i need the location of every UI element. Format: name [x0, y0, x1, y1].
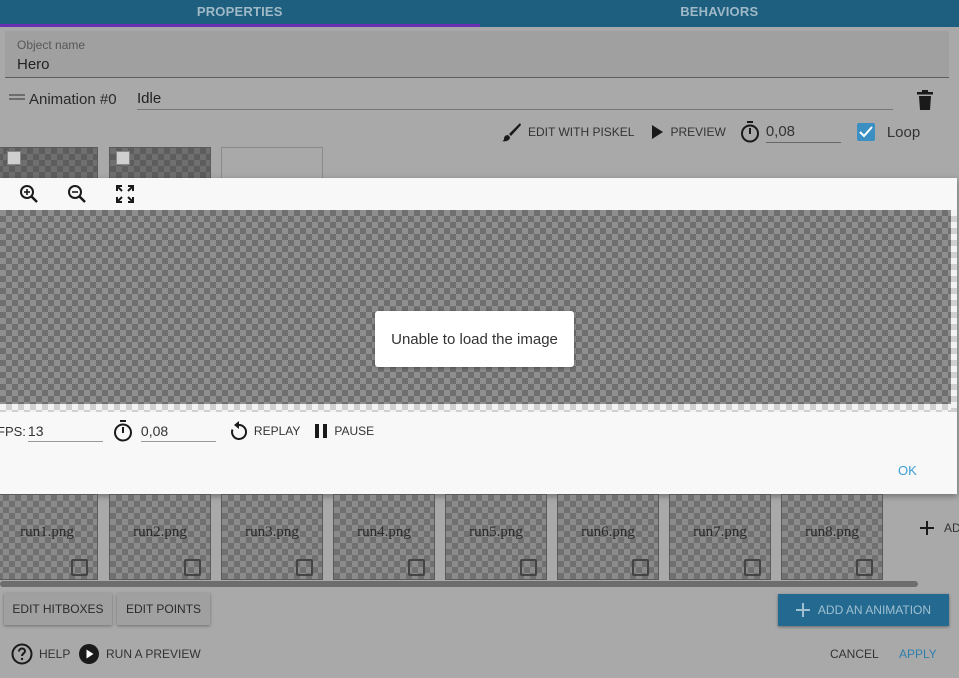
fps-label: FPS: — [0, 423, 26, 439]
frame-name: run1.png — [20, 524, 74, 540]
replay-label: REPLAY — [253, 424, 301, 438]
preview-dialog: Unable to load the image FPS: 13 0,08 RE… — [0, 178, 957, 494]
frame-select-checkbox[interactable] — [632, 559, 649, 576]
fullscreen-icon — [116, 185, 134, 203]
animation-toolbar: EDIT WITH PISKEL PREVIEW 0,08 Loop — [500, 118, 959, 146]
tab-behaviors[interactable]: BEHAVIORS — [480, 0, 959, 27]
tab-properties[interactable]: PROPERTIES — [0, 0, 480, 27]
timer-icon — [740, 121, 759, 143]
tab-bar: PROPERTIES BEHAVIORS — [0, 0, 959, 27]
fps-input[interactable]: 13 — [27, 420, 103, 442]
plus-icon — [795, 603, 810, 617]
checkmark-icon — [859, 126, 873, 138]
animation-row: Animation #0 Idle — [0, 84, 959, 116]
fit-to-screen-button[interactable] — [114, 183, 136, 205]
zoom-in-icon — [20, 185, 38, 203]
pause-button[interactable]: PAUSE — [314, 423, 374, 439]
loop-checkbox[interactable] — [856, 123, 875, 141]
add-animation-label: ADD AN ANIMATION — [817, 603, 932, 617]
frame-name: run2.png — [133, 524, 187, 540]
frame-card[interactable]: run6.png — [557, 494, 659, 580]
play-circle-icon — [79, 644, 99, 664]
run-preview-button[interactable]: RUN A PREVIEW — [78, 643, 201, 665]
frame-name: run3.png — [245, 524, 299, 540]
frame-name: run8.png — [805, 524, 859, 540]
frame-card[interactable]: run3.png — [221, 494, 323, 580]
object-name-label: Object name — [17, 38, 86, 52]
frame-card[interactable]: run5.png — [445, 494, 547, 580]
loop-label: Loop — [886, 123, 921, 141]
edit-with-piskel-button[interactable]: EDIT WITH PISKEL — [500, 122, 634, 142]
replay-button[interactable]: REPLAY — [230, 421, 300, 441]
cancel-button[interactable]: CANCEL — [830, 647, 879, 661]
replay-icon — [230, 421, 247, 440]
frames-scrollbar[interactable] — [0, 581, 918, 587]
brush-icon — [502, 123, 521, 142]
help-icon — [11, 643, 33, 665]
object-name-value[interactable]: Hero — [17, 56, 50, 73]
preview-canvas-edge — [0, 404, 951, 412]
help-label: HELP — [39, 647, 71, 661]
play-icon — [652, 125, 664, 139]
frame-thumbnail[interactable] — [221, 147, 323, 179]
drag-handle-icon[interactable] — [9, 94, 25, 100]
error-message: Unable to load the image — [375, 311, 574, 367]
frame-select-checkbox[interactable] — [744, 559, 761, 576]
pause-icon — [315, 424, 328, 438]
zoom-toolbar — [0, 178, 957, 210]
broken-image-icon — [116, 151, 130, 165]
frame-name: run6.png — [581, 524, 635, 540]
preview-canvas[interactable]: Unable to load the image — [0, 210, 951, 404]
animation-number-label: Animation #0 — [29, 91, 117, 108]
frame-name: run7.png — [693, 524, 747, 540]
frame-select-checkbox[interactable] — [520, 559, 537, 576]
pause-label: PAUSE — [334, 424, 375, 438]
frames-strip-top — [0, 147, 959, 179]
plus-icon — [920, 521, 934, 535]
frame-card[interactable]: run7.png — [669, 494, 771, 580]
edit-with-piskel-label: EDIT WITH PISKEL — [528, 125, 635, 139]
timer-icon — [113, 420, 132, 442]
frame-card[interactable]: run8.png — [781, 494, 883, 580]
help-button[interactable]: HELP — [11, 643, 70, 665]
broken-image-icon — [7, 151, 21, 165]
zoom-in-button[interactable] — [18, 183, 40, 205]
zoom-out-icon — [68, 185, 86, 203]
object-name-field[interactable]: Object name Hero — [5, 31, 949, 78]
preview-label: PREVIEW — [670, 125, 726, 139]
apply-button[interactable]: APPLY — [899, 647, 937, 661]
add-frame-button[interactable]: AD — [920, 521, 959, 535]
trash-icon[interactable] — [916, 90, 934, 110]
frame-thumbnail[interactable] — [0, 147, 98, 179]
edit-points-button[interactable]: EDIT POINTS — [117, 593, 210, 625]
frame-name: run4.png — [357, 524, 411, 540]
frame-select-checkbox[interactable] — [184, 559, 201, 576]
frame-duration-input[interactable]: 0,08 — [765, 121, 841, 143]
frame-thumbnail[interactable] — [109, 147, 211, 179]
ok-button[interactable]: OK — [898, 463, 917, 478]
preview-button[interactable]: PREVIEW — [650, 124, 726, 140]
add-frame-label: AD — [944, 521, 959, 535]
frame-card[interactable]: run4.png — [333, 494, 435, 580]
add-animation-button[interactable]: ADD AN ANIMATION — [778, 594, 949, 626]
frame-select-checkbox[interactable] — [296, 559, 313, 576]
zoom-out-button[interactable] — [66, 183, 88, 205]
frame-card[interactable]: run2.png — [109, 494, 211, 580]
preview-duration-input[interactable]: 0,08 — [140, 420, 216, 442]
frames-strip: run1.png run2.png run3.png run4.png run5… — [0, 494, 959, 580]
playback-controls: FPS: 13 0,08 REPLAY PAUSE — [0, 418, 957, 444]
frame-select-checkbox[interactable] — [71, 559, 88, 576]
preview-canvas-edge — [951, 210, 957, 412]
frame-name: run5.png — [469, 524, 523, 540]
run-preview-label: RUN A PREVIEW — [106, 647, 201, 661]
frame-card[interactable]: run1.png — [0, 494, 98, 580]
edit-hitboxes-button[interactable]: EDIT HITBOXES — [4, 593, 112, 625]
frame-select-checkbox[interactable] — [856, 559, 873, 576]
dialog-footer: HELP RUN A PREVIEW CANCEL APPLY — [0, 638, 959, 672]
frame-select-checkbox[interactable] — [408, 559, 425, 576]
animation-name-input[interactable]: Idle — [137, 88, 893, 110]
